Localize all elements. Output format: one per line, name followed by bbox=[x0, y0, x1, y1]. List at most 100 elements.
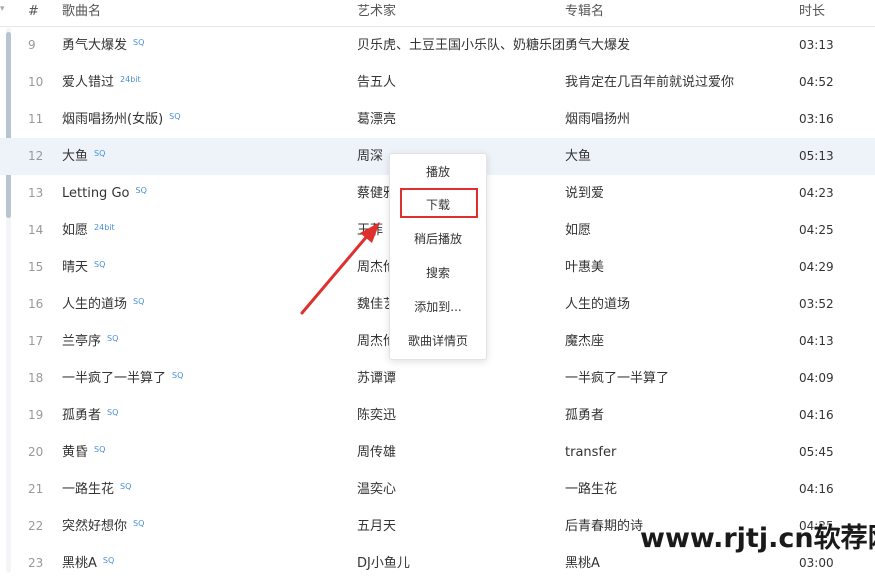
song-title[interactable]: 烟雨唱扬州(女版) SQ bbox=[62, 112, 181, 127]
collapse-caret-icon[interactable]: ▾ bbox=[0, 4, 5, 14]
quality-badge: SQ bbox=[135, 186, 147, 195]
song-title[interactable]: 一半疯了一半算了 SQ bbox=[62, 371, 183, 386]
context-menu: 播放 下载 稍后播放 搜索 添加到... 歌曲详情页 bbox=[389, 153, 487, 360]
quality-badge: SQ bbox=[107, 334, 119, 343]
album-link[interactable]: transfer bbox=[565, 445, 616, 460]
album-link[interactable]: 说到爱 bbox=[565, 186, 604, 201]
menu-item-song-details[interactable]: 歌曲详情页 bbox=[390, 326, 486, 356]
album-link[interactable]: 如愿 bbox=[565, 223, 591, 238]
row-number: 15 bbox=[28, 260, 44, 274]
quality-badge: SQ bbox=[102, 556, 115, 565]
song-duration: 04:16 bbox=[799, 482, 834, 496]
song-duration: 05:45 bbox=[799, 445, 834, 459]
quality-badge: SQ bbox=[120, 482, 132, 491]
row-number: 23 bbox=[28, 556, 44, 570]
album-link[interactable]: 勇气大爆发 bbox=[565, 38, 630, 53]
table-row[interactable]: 10 爱人错过 24bit 告五人 我肯定在几百年前就说过爱你 04:52 bbox=[0, 64, 875, 101]
song-list-window: ▾ # 歌曲名 艺术家 专辑名 时长 9 勇气大爆发 SQ 贝乐虎、土豆王国小乐队… bbox=[0, 0, 875, 579]
header-title[interactable]: 歌曲名 bbox=[62, 4, 101, 20]
album-link[interactable]: 一半疯了一半算了 bbox=[565, 371, 669, 386]
artist-link[interactable]: 葛漂亮 bbox=[357, 112, 396, 127]
artist-link[interactable]: 告五人 bbox=[357, 75, 396, 90]
menu-item-add-to[interactable]: 添加到... bbox=[390, 292, 486, 322]
table-row[interactable]: 21 一路生花 SQ 温奕心 一路生花 04:16 bbox=[0, 471, 875, 508]
album-link[interactable]: 黑桃A bbox=[565, 556, 600, 571]
row-number: 19 bbox=[28, 408, 44, 422]
quality-badge: SQ bbox=[107, 408, 119, 417]
artist-link[interactable]: 陈奕迅 bbox=[357, 408, 396, 423]
quality-badge: SQ bbox=[169, 112, 181, 121]
quality-badge: SQ bbox=[133, 297, 145, 306]
artist-link[interactable]: DJ小鱼儿 bbox=[357, 556, 410, 571]
song-title[interactable]: 黄昏 SQ bbox=[62, 445, 105, 460]
artist-link[interactable]: 贝乐虎、土豆王国小乐队、奶糖乐团 bbox=[357, 38, 565, 53]
song-duration: 03:52 bbox=[799, 297, 834, 311]
table-row[interactable]: 9 勇气大爆发 SQ 贝乐虎、土豆王国小乐队、奶糖乐团 勇气大爆发 03:13 bbox=[0, 27, 875, 64]
header-album[interactable]: 专辑名 bbox=[565, 4, 604, 20]
song-duration: 03:16 bbox=[799, 112, 834, 126]
album-link[interactable]: 叶惠美 bbox=[565, 260, 604, 275]
album-link[interactable]: 烟雨唱扬州 bbox=[565, 112, 630, 127]
album-link[interactable]: 后青春期的诗 bbox=[565, 519, 643, 534]
song-duration: 04:25 bbox=[799, 223, 834, 237]
annotation-arrow-icon bbox=[300, 222, 380, 315]
song-title[interactable]: Letting Go SQ bbox=[62, 186, 147, 201]
song-title[interactable]: 人生的道场 SQ bbox=[62, 297, 144, 312]
song-duration: 04:16 bbox=[799, 408, 834, 422]
song-title[interactable]: 兰亭序 SQ bbox=[62, 334, 118, 349]
song-duration: 03:13 bbox=[799, 38, 834, 52]
row-number: 11 bbox=[28, 112, 44, 126]
album-link[interactable]: 一路生花 bbox=[565, 482, 617, 497]
quality-badge: SQ bbox=[172, 371, 184, 380]
quality-badge: SQ bbox=[94, 149, 106, 158]
song-duration: 04:52 bbox=[799, 75, 834, 89]
song-title[interactable]: 突然好想你 SQ bbox=[62, 519, 144, 534]
song-title[interactable]: 黑桃A SQ bbox=[62, 556, 114, 571]
quality-badge: SQ bbox=[94, 445, 106, 454]
header-duration[interactable]: 时长 bbox=[799, 4, 825, 20]
row-number: 14 bbox=[28, 223, 44, 237]
row-number: 13 bbox=[28, 186, 44, 200]
table-row[interactable]: 18 一半疯了一半算了 SQ 苏谭谭 一半疯了一半算了 04:09 bbox=[0, 360, 875, 397]
table-row[interactable]: 19 孤勇者 SQ 陈奕迅 孤勇者 04:16 bbox=[0, 397, 875, 434]
quality-badge: SQ bbox=[133, 519, 145, 528]
row-number: 20 bbox=[28, 445, 44, 459]
menu-item-play[interactable]: 播放 bbox=[390, 157, 486, 187]
song-title[interactable]: 爱人错过 24bit bbox=[62, 75, 141, 90]
song-title[interactable]: 一路生花 SQ bbox=[62, 482, 131, 497]
row-number: 16 bbox=[28, 297, 44, 311]
song-title[interactable]: 大鱼 SQ bbox=[62, 149, 105, 164]
table-row[interactable]: 11 烟雨唱扬州(女版) SQ 葛漂亮 烟雨唱扬州 03:16 bbox=[0, 101, 875, 138]
album-link[interactable]: 大鱼 bbox=[565, 149, 591, 164]
artist-link[interactable]: 五月天 bbox=[357, 519, 396, 534]
album-link[interactable]: 人生的道场 bbox=[565, 297, 630, 312]
table-row[interactable]: 20 黄昏 SQ 周传雄 transfer 05:45 bbox=[0, 434, 875, 471]
download-highlight-box bbox=[400, 188, 478, 218]
song-title[interactable]: 孤勇者 SQ bbox=[62, 408, 118, 423]
song-title[interactable]: 勇气大爆发 SQ bbox=[62, 38, 144, 53]
menu-item-play-later[interactable]: 稍后播放 bbox=[390, 224, 486, 254]
artist-link[interactable]: 温奕心 bbox=[357, 482, 396, 497]
watermark: www.rjtj.cn软荐网 bbox=[640, 523, 875, 554]
song-title[interactable]: 晴天 SQ bbox=[62, 260, 105, 275]
artist-link[interactable]: 苏谭谭 bbox=[357, 371, 396, 386]
artist-link[interactable]: 周传雄 bbox=[357, 445, 396, 460]
song-duration: 04:09 bbox=[799, 371, 834, 385]
row-number: 17 bbox=[28, 334, 44, 348]
album-link[interactable]: 魔杰座 bbox=[565, 334, 604, 349]
artist-link[interactable]: 周深 bbox=[357, 149, 383, 164]
row-number: 12 bbox=[28, 149, 44, 163]
album-link[interactable]: 我肯定在几百年前就说过爱你 bbox=[565, 75, 734, 90]
song-duration: 04:23 bbox=[799, 186, 834, 200]
song-duration: 04:13 bbox=[799, 334, 834, 348]
album-link[interactable]: 孤勇者 bbox=[565, 408, 604, 423]
song-duration: 03:00 bbox=[799, 556, 834, 570]
row-number: 18 bbox=[28, 371, 44, 385]
quality-badge: SQ bbox=[94, 260, 106, 269]
header-artist[interactable]: 艺术家 bbox=[357, 4, 396, 20]
quality-badge: SQ bbox=[133, 38, 145, 47]
song-title[interactable]: 如愿 24bit bbox=[62, 223, 115, 238]
table-header: ▾ # 歌曲名 艺术家 专辑名 时长 bbox=[0, 0, 875, 27]
header-number: # bbox=[28, 4, 39, 19]
menu-item-search[interactable]: 搜索 bbox=[390, 258, 486, 288]
